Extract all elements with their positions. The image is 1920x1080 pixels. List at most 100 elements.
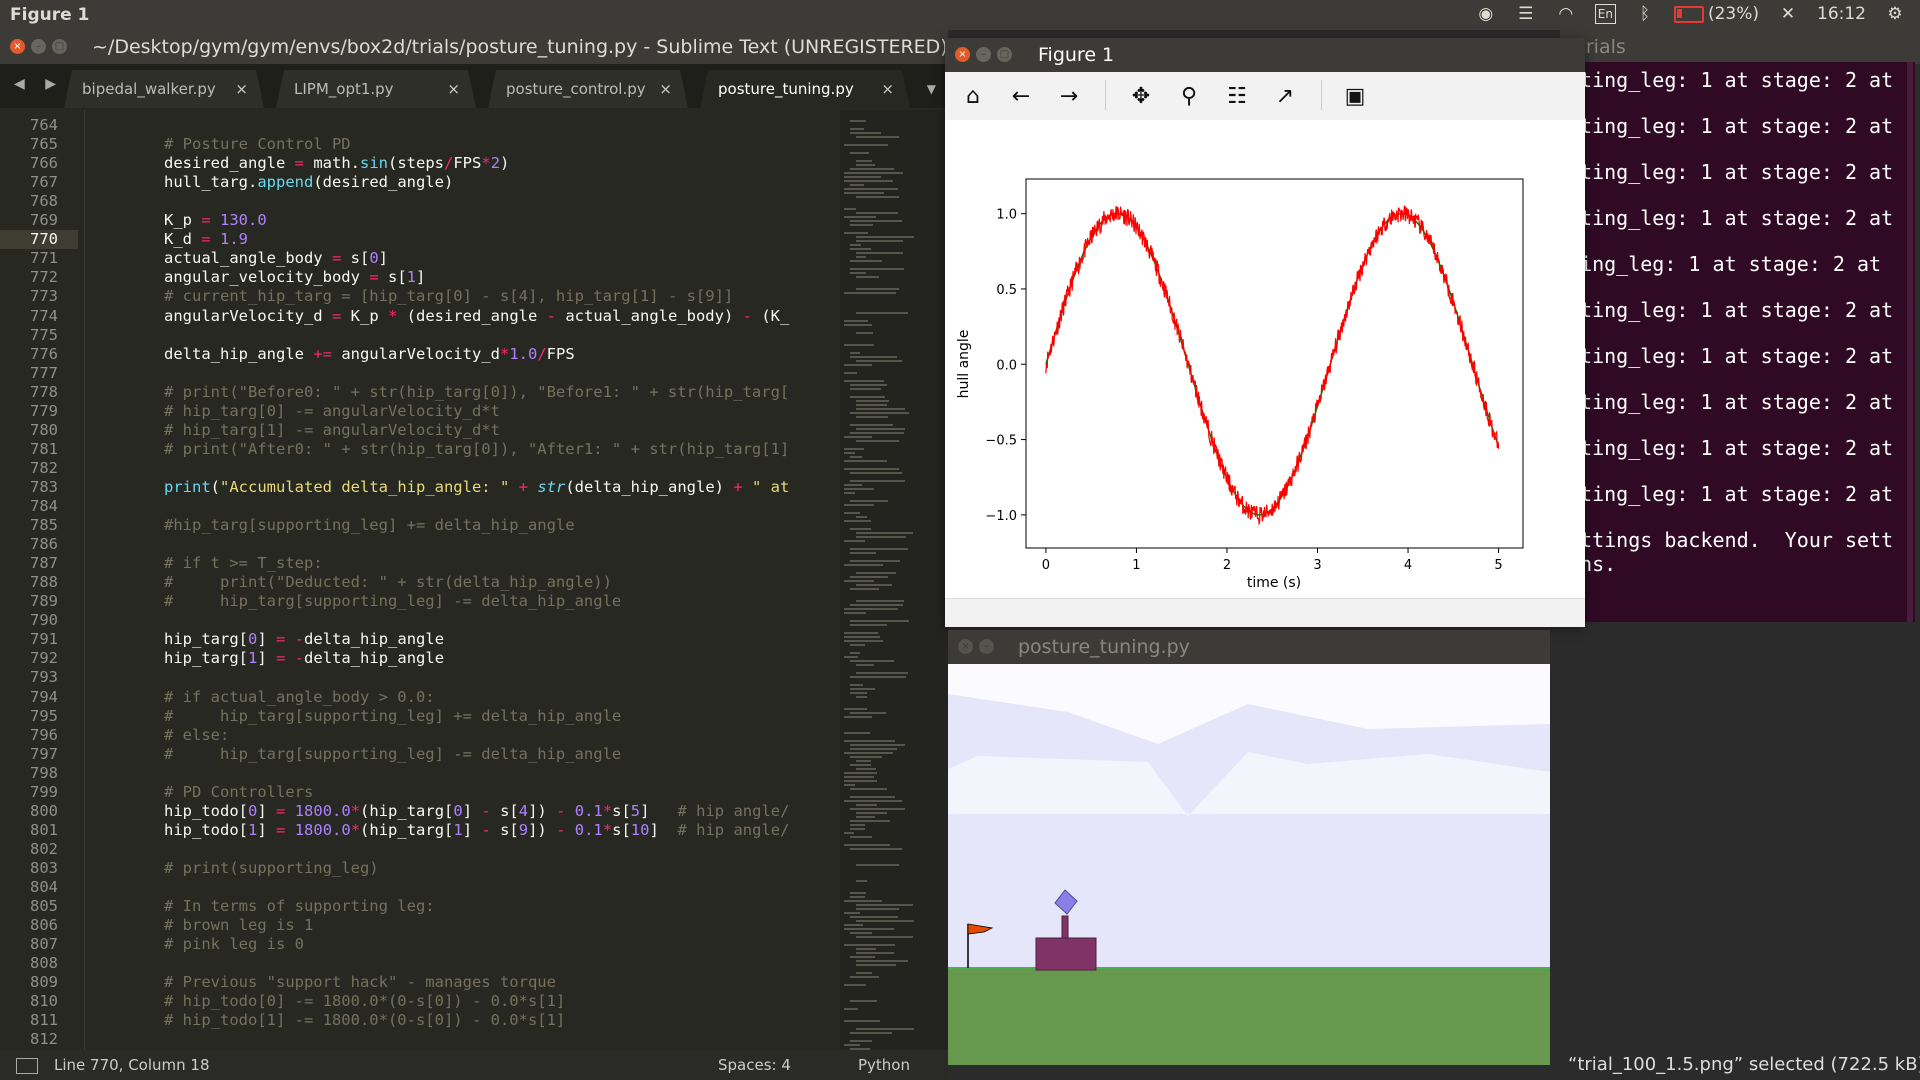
code-line[interactable]: 794 # if actual_angle_body > 0.0:	[0, 688, 840, 707]
tab-bipedal-walker[interactable]: bipedal_walker.py ×	[64, 70, 264, 108]
code-line[interactable]: 776 delta_hip_angle += angularVelocity_d*…	[0, 345, 840, 364]
code-text[interactable]: actual_angle_body = s[0]	[164, 249, 388, 268]
code-text[interactable]: # print("Before0: " + str(hip_targ[0]), …	[164, 383, 789, 402]
hull-angle-chart[interactable]: −1.0 −0.5 0.0 0.5 1.0 0 1 2 3 4 5 time (s) hull a…	[945, 120, 1585, 598]
terminal-window[interactable]: rting_leg: 1 at stage: 2 at rting_leg: 1 …	[1560, 62, 1915, 622]
keyboard-icon[interactable]: En	[1594, 4, 1616, 24]
code-line[interactable]: 769 K_p = 130.0	[0, 211, 840, 230]
home-icon[interactable]: ⌂	[959, 82, 987, 110]
chrome-icon[interactable]: ◉	[1475, 4, 1497, 24]
code-line[interactable]: 795 # hip_targ[supporting_leg] += delta_h…	[0, 707, 840, 726]
minimize-button[interactable]: –	[31, 39, 46, 54]
save-icon[interactable]: ▣	[1341, 82, 1369, 110]
zoom-icon[interactable]: ⚲	[1175, 82, 1203, 110]
close-button[interactable]: ×	[955, 47, 970, 62]
code-line[interactable]: 793	[0, 668, 840, 687]
code-text[interactable]: # hip_targ[1] -= angularVelocity_d*t	[164, 421, 500, 440]
code-text[interactable]: # hip_targ[supporting_leg] -= delta_hip_…	[164, 592, 621, 611]
code-line[interactable]: 766 desired_angle = math.sin(steps/FPS*2)	[0, 154, 840, 173]
code-text[interactable]: # print("Deducted: " + str(delta_hip_ang…	[164, 573, 612, 592]
code-line[interactable]: 768	[0, 192, 840, 211]
code-line[interactable]: 783 print("Accumulated delta_hip_angle: "…	[0, 478, 840, 497]
code-text[interactable]: # Posture Control PD	[164, 135, 351, 154]
menu-icon[interactable]: ☰	[1515, 4, 1537, 24]
close-button[interactable]: ×	[958, 639, 973, 654]
code-line[interactable]: 774 angularVelocity_d = K_p * (desired_an…	[0, 307, 840, 326]
tab-close-icon[interactable]: ×	[235, 70, 248, 108]
tab-close-icon[interactable]: ×	[447, 70, 460, 108]
code-text[interactable]: delta_hip_angle += angularVelocity_d*1.0…	[164, 345, 575, 364]
syntax-setting[interactable]: Python	[858, 1056, 910, 1074]
code-line[interactable]: 812	[0, 1030, 840, 1049]
code-line[interactable]: 811 # hip_todo[1] -= 1800.0*(0-s[0]) - 0.…	[0, 1011, 840, 1030]
code-text[interactable]: # if t >= T_step:	[164, 554, 323, 573]
code-text[interactable]: K_p = 130.0	[164, 211, 267, 230]
code-line[interactable]: 778 # print("Before0: " + str(hip_targ[0]…	[0, 383, 840, 402]
code-line[interactable]: 771 actual_angle_body = s[0]	[0, 249, 840, 268]
wifi-icon[interactable]: ◠	[1555, 4, 1577, 24]
code-line[interactable]: 791 hip_targ[0] = -delta_hip_angle	[0, 630, 840, 649]
code-text[interactable]: hip_todo[1] = 1800.0*(hip_targ[1] - s[9]…	[164, 821, 789, 840]
code-text[interactable]: desired_angle = math.sin(steps/FPS*2)	[164, 154, 509, 173]
game-canvas[interactable]	[948, 664, 1550, 1065]
code-line[interactable]: 790	[0, 611, 840, 630]
code-line[interactable]: 807 # pink leg is 0	[0, 935, 840, 954]
close-button[interactable]: ×	[10, 39, 25, 54]
code-line[interactable]: 796 # else:	[0, 726, 840, 745]
bluetooth-icon[interactable]: ᛒ	[1634, 4, 1656, 24]
code-text[interactable]: # else:	[164, 726, 229, 745]
clock[interactable]: 16:12	[1817, 4, 1866, 24]
indentation-setting[interactable]: Spaces: 4	[718, 1056, 791, 1074]
code-line[interactable]: 804	[0, 878, 840, 897]
code-line[interactable]: 779 # hip_targ[0] -= angularVelocity_d*t	[0, 402, 840, 421]
code-text[interactable]: # hip_todo[1] -= 1800.0*(0-s[0]) - 0.0*s…	[164, 1011, 565, 1030]
code-line[interactable]: 764	[0, 116, 840, 135]
pan-icon[interactable]: ✥	[1127, 82, 1155, 110]
forward-arrow-icon[interactable]: →	[1055, 82, 1083, 110]
code-line[interactable]: 801 hip_todo[1] = 1800.0*(hip_targ[1] - s…	[0, 821, 840, 840]
code-text[interactable]: # brown leg is 1	[164, 916, 313, 935]
tab-posture-tuning[interactable]: posture_tuning.py ×	[700, 70, 910, 108]
edit-axis-icon[interactable]: ↗	[1271, 82, 1299, 110]
settings-gear-icon[interactable]: ⚙	[1884, 4, 1906, 24]
tab-nav-arrows[interactable]: ◀ ▶	[14, 76, 64, 92]
code-line[interactable]: 767 hull_targ.append(desired_angle)	[0, 173, 840, 192]
code-text[interactable]: # print("After0: " + str(hip_targ[0]), "…	[164, 440, 789, 459]
code-line[interactable]: 788 # print("Deducted: " + str(delta_hip_…	[0, 573, 840, 592]
code-text[interactable]: angular_velocity_body = s[1]	[164, 268, 425, 287]
code-line[interactable]: 782	[0, 459, 840, 478]
code-text[interactable]: # hip_targ[supporting_leg] += delta_hip_…	[164, 707, 621, 726]
code-line[interactable]: 787 # if t >= T_step:	[0, 554, 840, 573]
code-line[interactable]: 799 # PD Controllers	[0, 783, 840, 802]
maximize-button[interactable]: □	[52, 39, 67, 54]
code-text[interactable]: # Previous "support hack" - manages torq…	[164, 973, 556, 992]
code-text[interactable]: print("Accumulated delta_hip_angle: " + …	[164, 478, 789, 497]
code-line[interactable]: 803 # print(supporting_leg)	[0, 859, 840, 878]
code-line[interactable]: 765 # Posture Control PD	[0, 135, 840, 154]
code-line[interactable]: 797 # hip_targ[supporting_leg] -= delta_h…	[0, 745, 840, 764]
code-line[interactable]: 781 # print("After0: " + str(hip_targ[0])…	[0, 440, 840, 459]
code-text[interactable]: hip_targ[0] = -delta_hip_angle	[164, 630, 444, 649]
code-line[interactable]: 805 # In terms of supporting leg:	[0, 897, 840, 916]
tab-close-icon[interactable]: ×	[659, 70, 672, 108]
subplots-icon[interactable]: ☷	[1223, 82, 1251, 110]
minimize-button[interactable]: –	[976, 47, 991, 62]
code-line[interactable]: 777	[0, 364, 840, 383]
code-text[interactable]: # if actual_angle_body > 0.0:	[164, 688, 435, 707]
code-text[interactable]: # hip_todo[0] -= 1800.0*(0-s[0]) - 0.0*s…	[164, 992, 565, 1011]
code-text[interactable]: # current_hip_targ = [hip_targ[0] - s[4]…	[164, 287, 733, 306]
plot-area[interactable]: −1.0 −0.5 0.0 0.5 1.0 0 1 2 3 4 5 time (s) hull a…	[945, 120, 1585, 610]
code-text[interactable]: # In terms of supporting leg:	[164, 897, 435, 916]
code-text[interactable]: K_d = 1.9	[164, 230, 248, 249]
code-editor[interactable]: 764 765 # Posture Control PD 766 desired_ang…	[0, 110, 840, 1060]
panel-toggle-icon[interactable]	[16, 1058, 38, 1074]
tab-posture-control[interactable]: posture_control.py ×	[488, 70, 688, 108]
code-line[interactable]: 800 hip_todo[0] = 1800.0*(hip_targ[0] - s…	[0, 802, 840, 821]
back-arrow-icon[interactable]: ←	[1007, 82, 1035, 110]
code-text[interactable]: hip_todo[0] = 1800.0*(hip_targ[0] - s[4]…	[164, 802, 789, 821]
code-text[interactable]: hip_targ[1] = -delta_hip_angle	[164, 649, 444, 668]
code-line[interactable]: 773 # current_hip_targ = [hip_targ[0] - s…	[0, 287, 840, 306]
code-line[interactable]: 792 hip_targ[1] = -delta_hip_angle	[0, 649, 840, 668]
code-text[interactable]: # pink leg is 0	[164, 935, 304, 954]
tab-overflow-icon[interactable]: ▼	[927, 82, 936, 96]
